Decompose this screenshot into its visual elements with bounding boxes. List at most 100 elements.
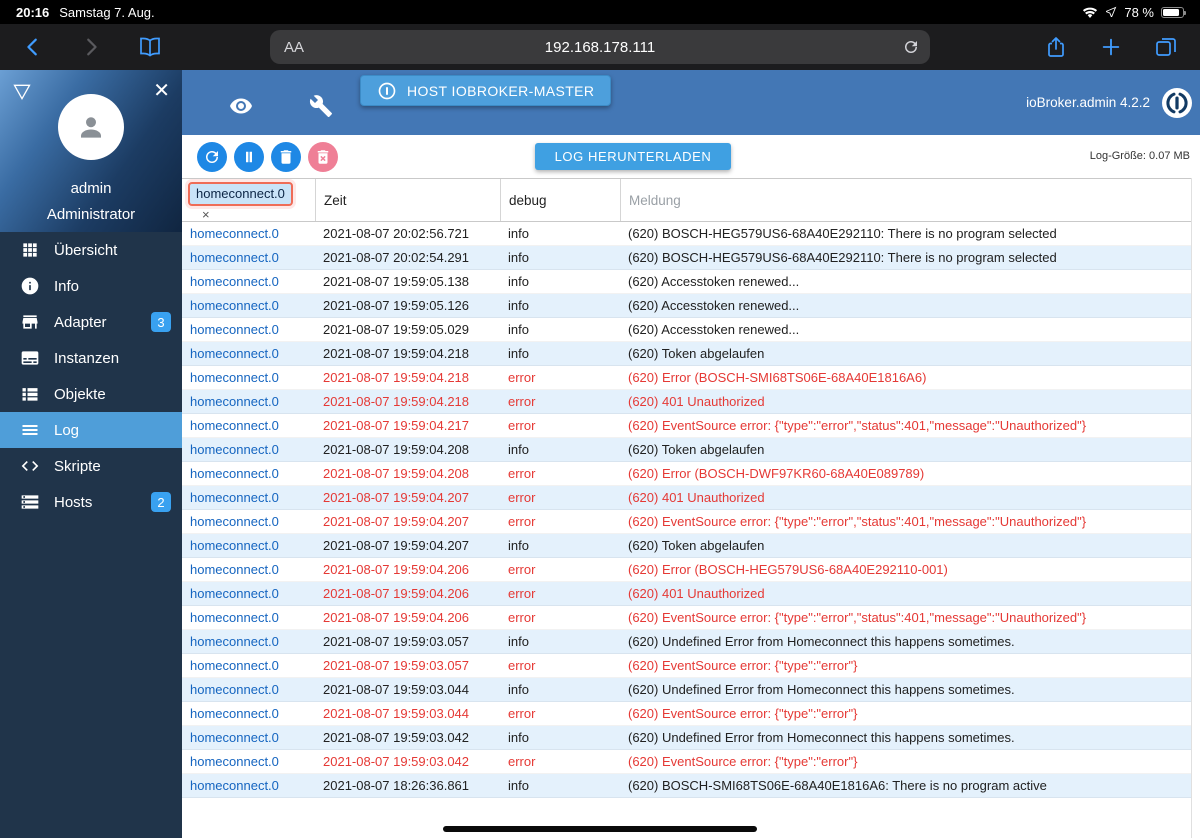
log-row[interactable]: homeconnect.0 2021-08-07 19:59:04.206 er… (182, 558, 1191, 582)
log-severity: error (500, 558, 620, 581)
log-source-link[interactable]: homeconnect.0 (182, 678, 315, 701)
host-selector-button[interactable]: HOST IOBROKER-MASTER (360, 75, 611, 106)
severity-filter-select[interactable]: debug (500, 179, 620, 221)
log-row[interactable]: homeconnect.0 2021-08-07 19:59:04.206 er… (182, 582, 1191, 606)
log-row[interactable]: homeconnect.0 2021-08-07 19:59:05.126 in… (182, 294, 1191, 318)
log-time: 2021-08-07 19:59:03.044 (315, 702, 500, 725)
log-row[interactable]: homeconnect.0 2021-08-07 19:59:03.057 er… (182, 654, 1191, 678)
download-log-button[interactable]: LOG HERUNTERLADEN (535, 143, 731, 170)
store-icon (20, 312, 40, 332)
sidebar-item-hosts[interactable]: Hosts 2 (0, 484, 182, 520)
log-row[interactable]: homeconnect.0 2021-08-07 19:59:04.207 er… (182, 510, 1191, 534)
log-message: (620) BOSCH-HEG579US6-68A40E292110: Ther… (620, 222, 1191, 245)
sidebar-item-objekte[interactable]: Objekte (0, 376, 182, 412)
sidebar-item-info[interactable]: Info (0, 268, 182, 304)
message-filter-input[interactable]: Meldung (620, 179, 1191, 221)
close-sidebar-button[interactable]: ✕ (153, 78, 170, 103)
log-row[interactable]: homeconnect.0 2021-08-07 19:59:04.207 er… (182, 486, 1191, 510)
back-button[interactable] (22, 36, 44, 58)
forward-button[interactable] (80, 36, 102, 58)
log-row[interactable]: homeconnect.0 2021-08-07 19:59:03.042 in… (182, 726, 1191, 750)
log-time: 2021-08-07 19:59:04.207 (315, 486, 500, 509)
log-source-link[interactable]: homeconnect.0 (182, 774, 315, 797)
log-row[interactable]: homeconnect.0 2021-08-07 19:59:04.206 er… (182, 606, 1191, 630)
new-tab-icon[interactable] (1100, 36, 1122, 58)
sidebar-item-adapter[interactable]: Adapter 3 (0, 304, 182, 340)
log-source-link[interactable]: homeconnect.0 (182, 606, 315, 629)
sidebar-item-label: Skripte (54, 458, 101, 475)
log-row[interactable]: homeconnect.0 2021-08-07 19:59:04.207 in… (182, 534, 1191, 558)
log-source-link[interactable]: homeconnect.0 (182, 558, 315, 581)
log-message: (620) EventSource error: {"type":"error"… (620, 702, 1191, 725)
log-source-link[interactable]: homeconnect.0 (182, 222, 315, 245)
log-source-link[interactable]: homeconnect.0 (182, 630, 315, 653)
log-row[interactable]: homeconnect.0 2021-08-07 19:59:03.044 in… (182, 678, 1191, 702)
column-header-zeit[interactable]: Zeit (315, 179, 500, 221)
sidebar-menu: Übersicht Info Adapter 3 Instanzen (0, 232, 182, 520)
log-source-link[interactable]: homeconnect.0 (182, 366, 315, 389)
log-severity: info (500, 726, 620, 749)
log-source-link[interactable]: homeconnect.0 (182, 270, 315, 293)
log-row[interactable]: homeconnect.0 2021-08-07 19:59:04.218 er… (182, 390, 1191, 414)
grid-icon (20, 240, 40, 260)
log-row[interactable]: homeconnect.0 2021-08-07 20:02:56.721 in… (182, 222, 1191, 246)
adapter-badge: 3 (151, 312, 171, 332)
share-icon[interactable] (1044, 35, 1068, 59)
log-row[interactable]: homeconnect.0 2021-08-07 20:02:54.291 in… (182, 246, 1191, 270)
log-row[interactable]: homeconnect.0 2021-08-07 18:26:36.861 in… (182, 774, 1191, 798)
log-message: (620) Error (BOSCH-HEG579US6-68A40E29211… (620, 558, 1191, 581)
log-source-link[interactable]: homeconnect.0 (182, 726, 315, 749)
reading-list-icon[interactable] (138, 35, 162, 59)
log-source-link[interactable]: homeconnect.0 (182, 534, 315, 557)
sidebar-item-uebersicht[interactable]: Übersicht (0, 232, 182, 268)
sidebar-item-skripte[interactable]: Skripte (0, 448, 182, 484)
log-source-link[interactable]: homeconnect.0 (182, 582, 315, 605)
log-time: 2021-08-07 19:59:03.057 (315, 630, 500, 653)
log-source-link[interactable]: homeconnect.0 (182, 510, 315, 533)
log-source-link[interactable]: homeconnect.0 (182, 486, 315, 509)
sidebar-item-instanzen[interactable]: Instanzen (0, 340, 182, 376)
log-row[interactable]: homeconnect.0 2021-08-07 19:59:04.217 er… (182, 414, 1191, 438)
avatar[interactable] (58, 94, 124, 160)
log-row[interactable]: homeconnect.0 2021-08-07 19:59:03.042 er… (182, 750, 1191, 774)
log-source-link[interactable]: homeconnect.0 (182, 414, 315, 437)
sidebar: ✕ admin Administrator Übersicht Info (0, 70, 182, 838)
home-indicator[interactable] (443, 826, 757, 832)
log-source-link[interactable]: homeconnect.0 (182, 342, 315, 365)
log-source-link[interactable]: homeconnect.0 (182, 246, 315, 269)
log-time: 2021-08-07 19:59:05.138 (315, 270, 500, 293)
delete-log-on-host-button[interactable] (308, 142, 338, 172)
log-row[interactable]: homeconnect.0 2021-08-07 19:59:04.218 er… (182, 366, 1191, 390)
log-source-link[interactable]: homeconnect.0 (182, 438, 315, 461)
log-row[interactable]: homeconnect.0 2021-08-07 19:59:04.218 in… (182, 342, 1191, 366)
address-bar[interactable]: AA 192.168.178.111 (270, 30, 930, 64)
log-row[interactable]: homeconnect.0 2021-08-07 19:59:04.208 er… (182, 462, 1191, 486)
log-row[interactable]: homeconnect.0 2021-08-07 19:59:05.138 in… (182, 270, 1191, 294)
log-source-link[interactable]: homeconnect.0 (182, 318, 315, 341)
visibility-icon[interactable] (229, 94, 253, 118)
tabs-icon[interactable] (1154, 35, 1178, 59)
log-source-link[interactable]: homeconnect.0 (182, 390, 315, 413)
sidebar-item-log[interactable]: Log (0, 412, 182, 448)
log-source-link[interactable]: homeconnect.0 (182, 702, 315, 725)
clear-filter-button[interactable]: × (202, 207, 210, 222)
log-source-link[interactable]: homeconnect.0 (182, 654, 315, 677)
log-message: (620) 401 Unauthorized (620, 582, 1191, 605)
wrench-icon[interactable] (309, 94, 333, 118)
log-row[interactable]: homeconnect.0 2021-08-07 19:59:05.029 in… (182, 318, 1191, 342)
reload-icon[interactable] (902, 38, 920, 56)
clear-log-button[interactable] (271, 142, 301, 172)
log-source-link[interactable]: homeconnect.0 (182, 294, 315, 317)
log-row[interactable]: homeconnect.0 2021-08-07 19:59:03.044 er… (182, 702, 1191, 726)
log-source-link[interactable]: homeconnect.0 (182, 750, 315, 773)
log-row[interactable]: homeconnect.0 2021-08-07 19:59:04.208 in… (182, 438, 1191, 462)
log-time: 2021-08-07 19:59:03.057 (315, 654, 500, 677)
pause-button[interactable] (234, 142, 264, 172)
source-filter-input[interactable]: homeconnect.0 (188, 182, 293, 206)
log-severity: error (500, 654, 620, 677)
log-source-link[interactable]: homeconnect.0 (182, 462, 315, 485)
log-severity: info (500, 678, 620, 701)
text-size-button[interactable]: AA (284, 39, 304, 56)
log-row[interactable]: homeconnect.0 2021-08-07 19:59:03.057 in… (182, 630, 1191, 654)
refresh-button[interactable] (197, 142, 227, 172)
